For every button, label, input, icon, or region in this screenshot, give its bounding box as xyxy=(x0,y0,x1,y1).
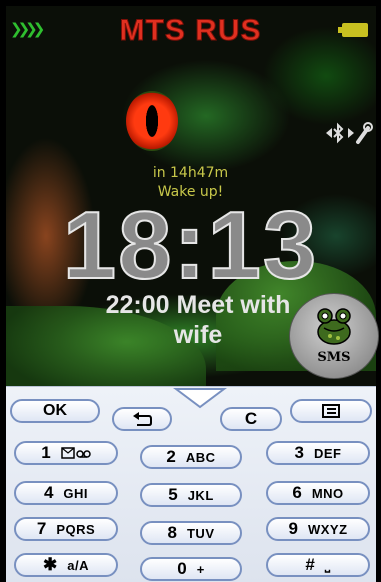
phone-screen: ❯❯❯❯ MTS RUS in 14h47m Wake up! 18:13 22… xyxy=(0,0,381,582)
key-digit: 5 xyxy=(168,485,178,504)
frog-eye-image xyxy=(126,91,178,151)
key-7[interactable]: 7 PQRS xyxy=(14,517,118,541)
ok-label: OK xyxy=(43,402,67,419)
key-9[interactable]: 9 WXYZ xyxy=(266,517,370,541)
key-letters: ⎵ xyxy=(324,557,331,572)
keypad: OK C 1 2 ABC 3 DEF 4 GHI 5 JKL 6 MNO 7 P… xyxy=(6,386,376,582)
key-letters: ABC xyxy=(185,449,216,465)
key-1[interactable]: 1 xyxy=(14,441,118,465)
key-6[interactable]: 6 MNO xyxy=(266,481,370,505)
key-letters: a/A xyxy=(67,557,89,573)
voicemail-icon xyxy=(60,447,91,459)
key-letters: PQRS xyxy=(56,521,96,537)
sms-label: SMS xyxy=(317,350,351,365)
key-digit: 7 xyxy=(36,519,47,538)
key-digit: 8 xyxy=(167,523,177,542)
key-digit: ✱ xyxy=(43,555,58,574)
calendar-event[interactable]: 22:00 Meet with wife xyxy=(88,290,308,350)
back-button[interactable] xyxy=(112,407,172,431)
key-letters: + xyxy=(196,561,205,577)
key-letters: JKL xyxy=(187,487,214,503)
key-letters: DEF xyxy=(313,445,342,461)
key-digit: # xyxy=(305,555,315,574)
nav-up-button[interactable] xyxy=(172,385,228,411)
sms-button[interactable]: SMS xyxy=(289,293,379,379)
key-star[interactable]: ✱ a/A xyxy=(14,553,118,577)
key-8[interactable]: 8 TUV xyxy=(140,521,242,545)
key-letters: GHI xyxy=(63,485,89,501)
menu-button[interactable] xyxy=(290,399,372,423)
key-letters: TUV xyxy=(186,525,215,541)
bluetooth-icon xyxy=(326,122,373,144)
clear-label: C xyxy=(244,409,258,428)
key-2[interactable]: 2 ABC xyxy=(140,445,242,469)
back-arrow-icon xyxy=(133,412,152,426)
key-4[interactable]: 4 GHI xyxy=(14,481,118,505)
key-0[interactable]: 0 + xyxy=(140,557,242,581)
key-letters: WXYZ xyxy=(307,521,348,537)
key-letters: MNO xyxy=(311,485,344,501)
clear-button[interactable]: C xyxy=(220,407,282,431)
key-digit: 6 xyxy=(292,483,302,502)
key-5[interactable]: 5 JKL xyxy=(140,483,242,507)
ok-button[interactable]: OK xyxy=(10,399,100,423)
key-digit: 0 xyxy=(177,559,187,578)
clock-time: 18:13 xyxy=(62,192,319,299)
operator-name: MTS RUS xyxy=(119,14,262,48)
key-digit: 1 xyxy=(41,443,51,462)
key-digit: 2 xyxy=(166,447,176,466)
key-hash[interactable]: # ⎵ xyxy=(266,553,370,577)
key-3[interactable]: 3 DEF xyxy=(266,441,370,465)
battery-icon xyxy=(338,23,368,37)
key-digit: 4 xyxy=(43,483,54,502)
menu-icon xyxy=(322,404,340,418)
alarm-countdown: in 14h47m xyxy=(152,165,229,181)
key-digit: 3 xyxy=(294,443,304,462)
key-digit: 9 xyxy=(288,519,298,538)
frog-icon xyxy=(317,308,351,345)
